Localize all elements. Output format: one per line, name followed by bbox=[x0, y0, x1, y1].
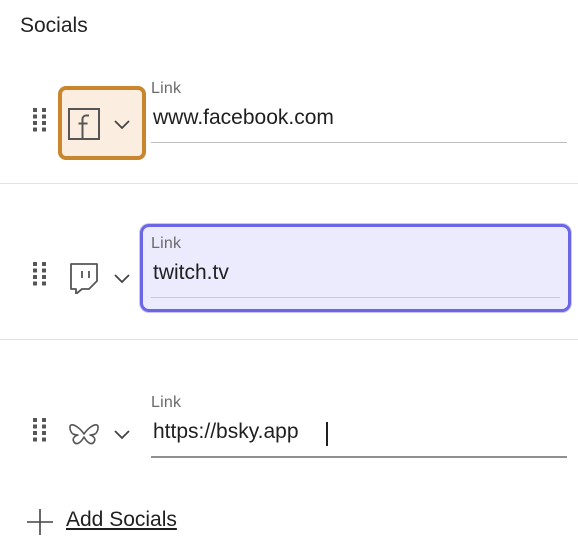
facebook-icon bbox=[68, 108, 100, 140]
field-underline bbox=[151, 456, 567, 458]
social-row-bluesky: Link bbox=[0, 378, 578, 508]
drag-handle-icon[interactable] bbox=[33, 262, 47, 286]
link-label: Link bbox=[151, 235, 182, 252]
bluesky-butterfly-icon bbox=[68, 420, 100, 452]
row-divider bbox=[0, 183, 578, 184]
link-label: Link bbox=[151, 80, 182, 97]
link-field: Link bbox=[151, 72, 567, 144]
social-icon-select[interactable] bbox=[58, 86, 146, 160]
link-input[interactable] bbox=[153, 420, 553, 444]
link-field: Link bbox=[151, 386, 567, 458]
link-input[interactable] bbox=[153, 106, 553, 130]
add-socials-label: Add Socials bbox=[66, 508, 177, 531]
drag-handle-icon[interactable] bbox=[33, 108, 47, 132]
row-divider bbox=[0, 339, 578, 340]
chevron-down-icon bbox=[114, 427, 130, 440]
field-underline bbox=[151, 297, 560, 298]
social-icon-select[interactable] bbox=[58, 396, 146, 470]
plus-icon bbox=[26, 508, 54, 536]
link-field: Link bbox=[140, 224, 571, 312]
chevron-down-icon bbox=[114, 117, 130, 130]
social-icon-select[interactable] bbox=[58, 240, 146, 314]
drag-handle-icon[interactable] bbox=[33, 418, 47, 442]
twitch-icon bbox=[68, 262, 100, 295]
link-input[interactable] bbox=[153, 261, 553, 285]
text-caret bbox=[326, 422, 328, 446]
socials-heading: Socials bbox=[20, 14, 88, 37]
social-row-twitch: Link bbox=[0, 222, 578, 352]
field-underline bbox=[151, 142, 567, 143]
chevron-down-icon bbox=[114, 271, 130, 284]
link-label: Link bbox=[151, 394, 182, 411]
